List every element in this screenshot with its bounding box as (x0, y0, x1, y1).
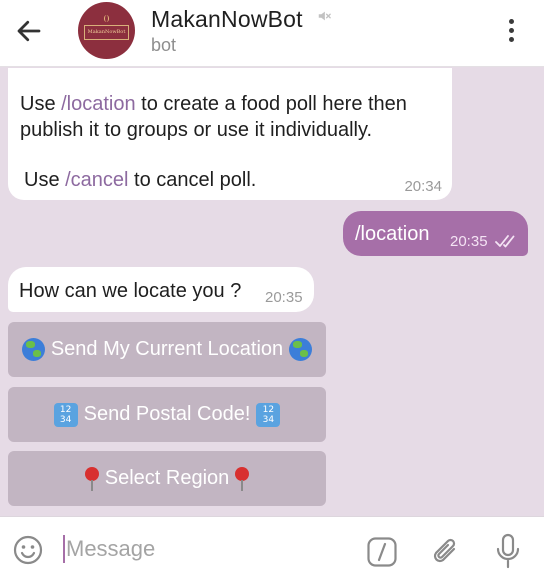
incoming-message-question: How can we locate you ? 20:35 (8, 267, 314, 312)
attach-icon[interactable] (430, 535, 462, 569)
send-postal-code-button[interactable]: 12 34 Send Postal Code! 12 34 (8, 387, 326, 442)
message-line: Use /cancel to cancel poll. (24, 169, 256, 192)
send-current-location-button[interactable]: Send My Current Location (8, 322, 326, 377)
chat-subtitle: bot (151, 35, 177, 55)
muted-icon (318, 11, 331, 21)
message-line: Use /location to create a food poll here… (20, 93, 407, 116)
button-label: Send Postal Code! (83, 403, 251, 425)
cancel-command-link[interactable]: /cancel (65, 169, 128, 191)
avatar[interactable]: MakanNowBot (78, 2, 135, 59)
double-check-icon (495, 235, 515, 248)
icon-digits: 34 (262, 414, 275, 425)
avatar-logo-steam (104, 15, 109, 22)
text-caret (63, 535, 65, 563)
message-time: 20:35 (265, 289, 303, 306)
bot-commands-icon[interactable] (366, 536, 398, 568)
message-line: publish it to groups or use it individua… (20, 119, 373, 141)
icon-digits: 12 (262, 404, 275, 415)
globe-icon (21, 338, 45, 361)
globe-icon (289, 338, 313, 361)
mic-icon[interactable] (494, 533, 522, 569)
emoji-icon[interactable] (12, 534, 44, 566)
chat-title[interactable]: MakanNowBot (151, 6, 303, 33)
pin-icon (84, 466, 99, 491)
message-text: /location (355, 223, 430, 245)
more-vert-icon[interactable] (500, 16, 522, 44)
message-input[interactable] (66, 535, 346, 563)
message-text: to cancel poll. (128, 169, 257, 191)
message-text: to create a food poll here then (135, 93, 407, 115)
back-arrow-icon[interactable] (14, 16, 44, 46)
message-text: Use (20, 93, 62, 115)
incoming-message-intro: Use /location to create a food poll here… (8, 68, 452, 200)
chat-header: MakanNowBot MakanNowBot bot (0, 0, 544, 67)
message-time: 20:34 (404, 178, 442, 195)
location-command-link[interactable]: /location (61, 93, 136, 115)
icon-digits: 12 (59, 404, 72, 415)
message-text: How can we locate you ? (19, 280, 242, 302)
avatar-logo-frame: MakanNowBot (84, 25, 129, 40)
icon-digits: 34 (59, 414, 72, 425)
pin-icon (235, 466, 250, 491)
button-label: Send My Current Location (50, 338, 284, 360)
avatar-logo-text: MakanNowBot (87, 29, 126, 35)
select-region-button[interactable]: Select Region (8, 451, 326, 506)
message-text: Use (24, 169, 66, 191)
input-numbers-icon: 12 34 (256, 402, 281, 427)
message-time: 20:35 (450, 233, 488, 250)
button-label: Select Region (104, 467, 230, 489)
outgoing-message: /location 20:35 (343, 211, 528, 256)
input-numbers-icon: 12 34 (53, 402, 78, 427)
message-composer (0, 516, 544, 573)
